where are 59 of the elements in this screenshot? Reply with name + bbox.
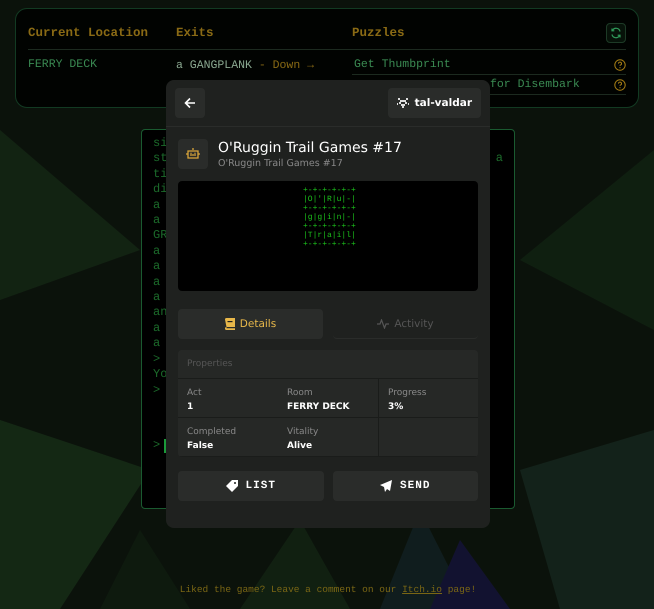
terminal-line: > [153, 382, 160, 398]
list-button[interactable]: LIST [178, 471, 324, 501]
terminal-line: di [153, 182, 168, 198]
ascii-art-line: |O|'|R|u|-| [303, 195, 353, 204]
property-value: 1 [187, 402, 194, 412]
ascii-art-line: +-+-+-+-+-+ [303, 240, 353, 249]
terminal-line: a [153, 213, 160, 228]
terminal-line: > [153, 352, 160, 368]
puzzle-text: for Disembark [489, 78, 580, 91]
send-button[interactable]: SEND [332, 471, 478, 501]
terminal-line: si [153, 136, 168, 152]
item-title: O'Ruggin Trail Games #17 [218, 140, 402, 156]
robot-icon [186, 148, 200, 160]
tab[interactable]: Details [178, 309, 323, 339]
puzzle-text: Get Thumbprint [354, 58, 451, 71]
property-label: Completed [187, 427, 238, 437]
column-heading: Current Location [28, 26, 150, 40]
paper-plane-icon [380, 480, 392, 492]
property-value: FERRY DECK [287, 402, 351, 412]
book-icon [224, 318, 235, 330]
terminal-line: a [153, 274, 160, 290]
terminal-line: a [153, 290, 160, 306]
property-label: Vitality [287, 427, 320, 437]
ascii-art-line: |g|g|i|n|-| [303, 213, 353, 222]
property-value: Alive [287, 441, 314, 451]
help-icon[interactable] [614, 78, 626, 90]
terminal-line: a [153, 320, 160, 336]
terminal-line: ti [153, 166, 168, 182]
column-heading: Exits [176, 26, 215, 40]
exit-text: a GANGPLANK - Down → [176, 58, 316, 74]
user-chip[interactable]: tal-valdar [388, 88, 481, 118]
ascii-art-line: +-+-+-+-+-+ [303, 204, 353, 213]
pixel-avatar-icon [396, 97, 409, 109]
location-text: FERRY DECK [28, 58, 98, 73]
pulse-icon [377, 318, 390, 328]
property-label: Act [187, 388, 202, 398]
terminal-line: a [496, 151, 503, 167]
tag-icon [226, 480, 238, 492]
ascii-art-line: |T|r|a|i|l| [303, 231, 353, 240]
footer-text: Liked the game? Leave a comment on our Itch.io page! [180, 584, 476, 595]
property-label: Room [287, 388, 314, 398]
property-value: False [187, 441, 214, 451]
property-value: 3% [388, 402, 404, 412]
ascii-art-line: +-+-+-+-+-+ [303, 222, 353, 231]
back-arrow-icon [183, 96, 197, 110]
terminal-line: a [153, 244, 160, 260]
terminal-line: a [153, 259, 160, 275]
help-icon[interactable] [614, 58, 626, 70]
back-button[interactable] [175, 88, 205, 118]
item-subtitle: O'Ruggin Trail Games #17 [218, 158, 344, 168]
terminal-line: st [153, 151, 168, 167]
terminal-line: a [153, 198, 160, 214]
refresh-icon [610, 27, 622, 39]
prompt-text: > [153, 438, 160, 454]
ascii-art-line: +-+-+-+-+-+ [303, 186, 353, 195]
column-heading: Puzzles [352, 26, 406, 40]
terminal-line: a [153, 336, 160, 352]
property-label: Progress [388, 388, 428, 398]
refresh-button[interactable] [606, 23, 626, 43]
